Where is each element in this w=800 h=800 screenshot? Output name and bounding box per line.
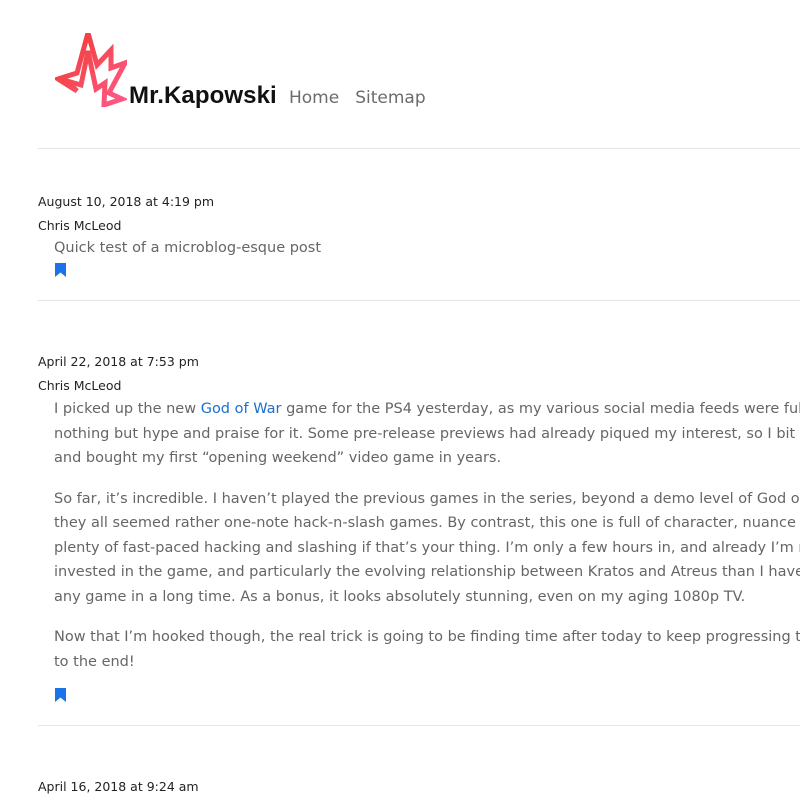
nav-home[interactable]: Home xyxy=(289,88,339,108)
post-item: August 10, 2018 at 4:19 pm Chris McLeod … xyxy=(38,148,800,301)
post-paragraph: Quick test of a microblog-esque post xyxy=(54,240,322,256)
text-line: to the end! xyxy=(54,653,135,670)
post-author: Chris McLeod xyxy=(38,218,122,233)
text-line: Now that I’m hooked though, the real tri… xyxy=(54,629,800,645)
text-line: and bought my first “opening weekend” vi… xyxy=(54,450,502,466)
text-line: they all seemed rather one-note hack-n-s… xyxy=(54,515,800,531)
post-date[interactable]: April 16, 2018 at 9:24 am xyxy=(38,779,199,794)
post-item: April 16, 2018 at 9:24 am xyxy=(38,725,800,800)
bookmark-icon[interactable] xyxy=(55,263,66,277)
post-paragraph: So far, it’s incredible. I haven’t playe… xyxy=(54,487,800,610)
post-paragraph: I picked up the new God of War game for … xyxy=(54,397,800,471)
post-author: Chris McLeod xyxy=(38,378,122,393)
bookmark-icon[interactable] xyxy=(55,688,66,702)
post-paragraph: Now that I’m hooked though, the real tri… xyxy=(54,625,800,674)
post-date[interactable]: April 22, 2018 at 7:53 pm xyxy=(38,354,199,369)
text-line: any game in a long time. As a bonus, it … xyxy=(54,588,746,605)
god-of-war-link[interactable]: God of War xyxy=(201,401,282,417)
text-line: game for the PS4 yesterday, as my variou… xyxy=(281,401,800,417)
page: Mr.Kapowski Home Sitemap August 10, 2018… xyxy=(0,0,800,800)
text-line: So far, it’s incredible. I haven’t playe… xyxy=(54,490,800,507)
site-header: Mr.Kapowski Home Sitemap xyxy=(38,0,800,149)
post-content: I picked up the new God of War game for … xyxy=(54,397,800,674)
post-content: Quick test of a microblog-esque post xyxy=(54,236,800,261)
site-title[interactable]: Mr.Kapowski xyxy=(129,82,277,110)
spiky-flame-logo-icon[interactable] xyxy=(55,33,127,107)
nav-sitemap[interactable]: Sitemap xyxy=(355,88,425,108)
text-line: invested in the game, and particularly t… xyxy=(54,564,800,580)
text-line: I picked up the new xyxy=(54,401,201,417)
text-line: nothing but hype and praise for it. Some… xyxy=(54,425,800,442)
main-nav: Home Sitemap xyxy=(289,88,426,108)
post-item: April 22, 2018 at 7:53 pm Chris McLeod I… xyxy=(38,300,800,726)
text-line: plenty of fast-paced hacking and slashin… xyxy=(54,539,800,556)
post-date[interactable]: August 10, 2018 at 4:19 pm xyxy=(38,194,214,209)
